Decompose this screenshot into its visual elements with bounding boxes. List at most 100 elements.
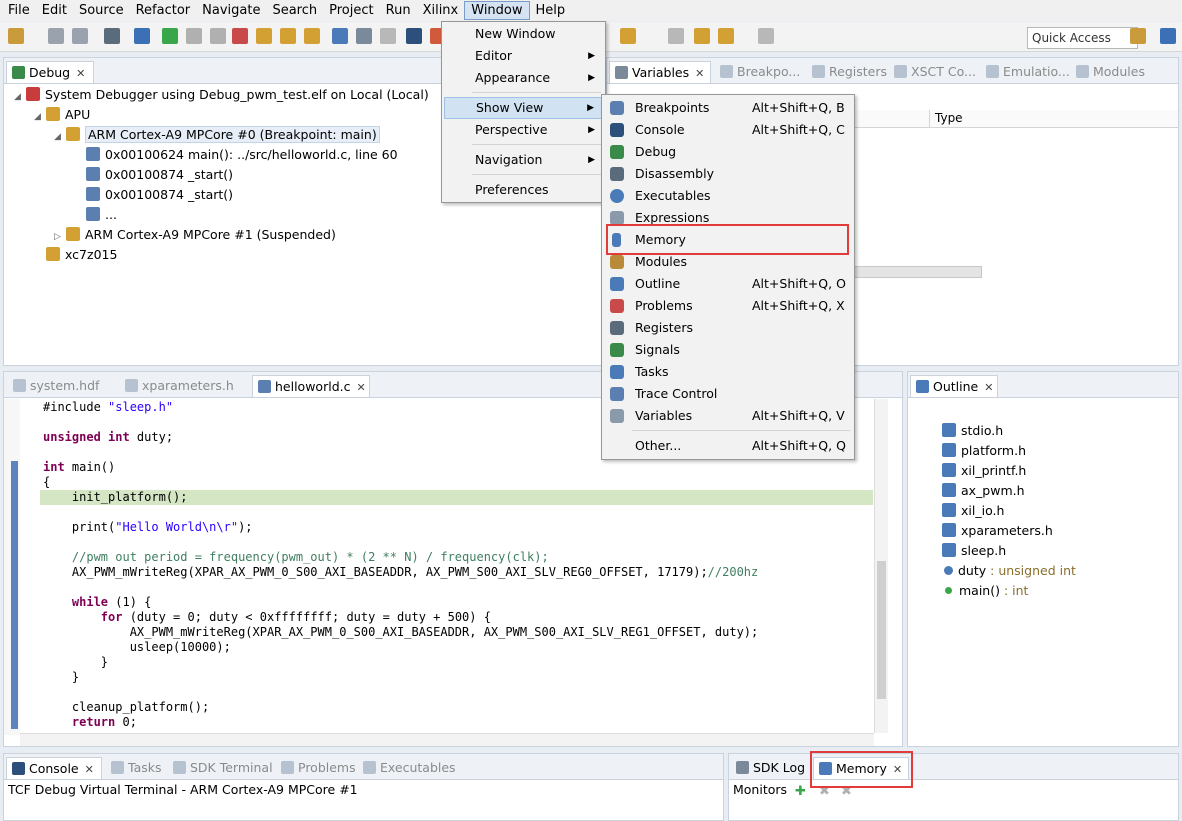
- tab-xsct-console[interactable]: XSCT Co...: [889, 61, 976, 83]
- tab-console[interactable]: Console ✕: [6, 757, 102, 779]
- tree-core1[interactable]: ▷ ARM Cortex-A9 MPCore #1 (Suspended): [54, 225, 336, 245]
- tab-variables[interactable]: Variables ✕: [609, 61, 711, 83]
- outline-item[interactable]: sleep.h: [942, 541, 1006, 561]
- scrollbar-thumb[interactable]: [877, 561, 886, 699]
- last-edit-icon[interactable]: [694, 28, 710, 44]
- menu-window[interactable]: Window: [464, 1, 530, 20]
- back-icon[interactable]: [718, 28, 734, 44]
- menu-item-navigation[interactable]: Navigation ▶: [444, 149, 603, 171]
- external-tools-icon[interactable]: [620, 28, 636, 44]
- menu-item-tasks[interactable]: Tasks: [604, 361, 852, 383]
- tab-emulation[interactable]: Emulatio...: [981, 61, 1070, 83]
- tab-problems[interactable]: Problems: [276, 757, 356, 779]
- menu-item-problems[interactable]: Problems Alt+Shift+Q, X: [604, 295, 852, 317]
- c-perspective-icon[interactable]: [1160, 28, 1176, 44]
- close-icon[interactable]: ✕: [85, 763, 94, 776]
- tree-frame-main[interactable]: 0x00100624 main(): ../src/helloworld.c, …: [86, 145, 398, 165]
- drop-frame-icon[interactable]: [356, 28, 372, 44]
- tab-executables[interactable]: Executables: [358, 757, 456, 779]
- menu-item-editor[interactable]: Editor ▶: [444, 45, 603, 67]
- binary-icon[interactable]: [104, 28, 120, 44]
- outline-item[interactable]: xil_printf.h: [942, 461, 1026, 481]
- menu-edit[interactable]: Edit: [36, 1, 73, 20]
- tree-launch[interactable]: ◢ System Debugger using Debug_pwm_test.el…: [14, 85, 429, 105]
- horizontal-scrollbar[interactable]: [852, 266, 982, 278]
- menu-item-variables[interactable]: Variables Alt+Shift+Q, V: [604, 405, 852, 427]
- menu-refactor[interactable]: Refactor: [130, 1, 197, 20]
- instruction-step-icon[interactable]: [332, 28, 348, 44]
- menu-item-console[interactable]: Console Alt+Shift+Q, C: [604, 119, 852, 141]
- outline-item[interactable]: platform.h: [942, 441, 1026, 461]
- tab-outline[interactable]: Outline ✕: [910, 375, 998, 397]
- terminate-icon[interactable]: [210, 28, 226, 44]
- save-all-icon[interactable]: [72, 28, 88, 44]
- menu-run[interactable]: Run: [380, 1, 417, 20]
- outline-item[interactable]: stdio.h: [942, 421, 1003, 441]
- tree-core0[interactable]: ◢ ARM Cortex-A9 MPCore #0 (Breakpoint: ma…: [54, 125, 380, 145]
- menu-item-outline[interactable]: Outline Alt+Shift+Q, O: [604, 273, 852, 295]
- save-icon[interactable]: [48, 28, 64, 44]
- tab-breakpoints[interactable]: Breakpo...: [715, 61, 800, 83]
- quick-access-field[interactable]: Quick Access: [1027, 27, 1138, 49]
- tree-xc7z015[interactable]: xc7z015: [46, 245, 117, 265]
- menu-item-breakpoints[interactable]: Breakpoints Alt+Shift+Q, B: [604, 97, 852, 119]
- tab-modules[interactable]: Modules: [1071, 61, 1145, 83]
- menu-source[interactable]: Source: [73, 1, 130, 20]
- resume-icon[interactable]: [162, 28, 178, 44]
- terminal-icon[interactable]: [406, 28, 422, 44]
- menu-item-executables[interactable]: Executables: [604, 185, 852, 207]
- forward-icon[interactable]: [758, 28, 774, 44]
- outline-item[interactable]: main() : int: [942, 581, 1028, 601]
- horizontal-scrollbar[interactable]: [20, 733, 874, 746]
- menu-item-other[interactable]: Other... Alt+Shift+Q, Q: [604, 435, 852, 457]
- menu-item-debug[interactable]: Debug: [604, 141, 852, 163]
- menu-item-perspective[interactable]: Perspective ▶: [444, 119, 603, 141]
- menu-project[interactable]: Project: [323, 1, 379, 20]
- menu-item-appearance[interactable]: Appearance ▶: [444, 67, 603, 89]
- outline-item[interactable]: xparameters.h: [942, 521, 1053, 541]
- edit-icon[interactable]: [668, 28, 684, 44]
- tab-xparameters[interactable]: xparameters.h: [120, 375, 234, 397]
- tab-sdk-log[interactable]: SDK Log: [731, 757, 805, 779]
- tree-apu[interactable]: ◢ APU: [34, 105, 90, 125]
- menu-file[interactable]: File: [2, 1, 36, 20]
- menu-xilinx[interactable]: Xilinx: [417, 1, 465, 20]
- outline-item[interactable]: ax_pwm.h: [942, 481, 1025, 501]
- tree-frame-start2[interactable]: 0x00100874 _start(): [86, 185, 233, 205]
- menu-navigate[interactable]: Navigate: [196, 1, 266, 20]
- tab-system-hdf[interactable]: system.hdf: [8, 375, 99, 397]
- tree-frame-more[interactable]: ...: [86, 205, 117, 225]
- column-type[interactable]: Type: [935, 111, 963, 125]
- tab-tasks[interactable]: Tasks: [106, 757, 162, 779]
- close-icon[interactable]: ✕: [356, 381, 365, 394]
- menu-item-signals[interactable]: Signals: [604, 339, 852, 361]
- outline-item[interactable]: xil_io.h: [942, 501, 1004, 521]
- use-step-filters-icon[interactable]: [380, 28, 396, 44]
- new-icon[interactable]: [8, 28, 24, 44]
- tab-registers[interactable]: Registers: [807, 61, 887, 83]
- menu-item-show-view[interactable]: Show View ▶: [444, 97, 603, 119]
- disconnect-icon[interactable]: [232, 28, 248, 44]
- close-icon[interactable]: ✕: [984, 381, 993, 394]
- menu-item-new-window[interactable]: New Window: [444, 23, 603, 45]
- menu-item-trace-control[interactable]: Trace Control: [604, 383, 852, 405]
- menu-item-registers[interactable]: Registers: [604, 317, 852, 339]
- tab-sdk-terminal[interactable]: SDK Terminal: [168, 757, 273, 779]
- step-into-icon[interactable]: [256, 28, 272, 44]
- menu-item-disassembly[interactable]: Disassembly: [604, 163, 852, 185]
- step-over-icon[interactable]: [280, 28, 296, 44]
- menu-search[interactable]: Search: [266, 1, 323, 20]
- vertical-scrollbar[interactable]: [874, 399, 888, 733]
- menu-item-preferences[interactable]: Preferences: [444, 179, 603, 201]
- add-monitor-icon[interactable]: ✚: [795, 784, 806, 799]
- outline-item[interactable]: duty : unsigned int: [942, 561, 1076, 581]
- close-icon[interactable]: ✕: [695, 67, 704, 80]
- open-perspective-icon[interactable]: [1130, 28, 1146, 44]
- skip-breakpoints-icon[interactable]: [134, 28, 150, 44]
- tab-debug[interactable]: Debug ✕: [6, 61, 94, 83]
- step-return-icon[interactable]: [304, 28, 320, 44]
- suspend-icon[interactable]: [186, 28, 202, 44]
- tab-helloworld[interactable]: helloworld.c ✕: [252, 375, 370, 397]
- tree-frame-start1[interactable]: 0x00100874 _start(): [86, 165, 233, 185]
- close-icon[interactable]: ✕: [76, 67, 85, 80]
